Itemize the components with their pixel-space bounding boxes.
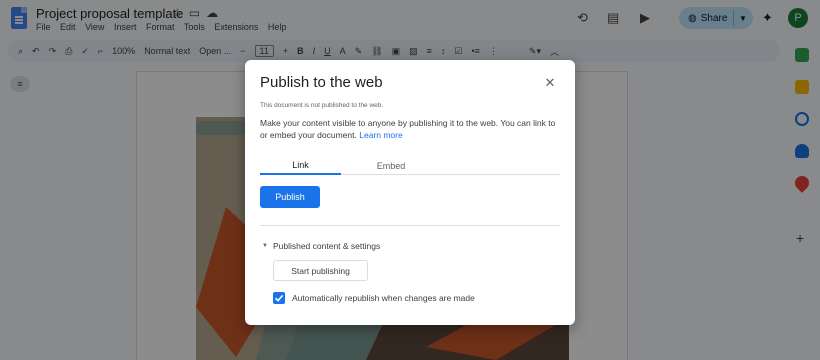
publish-dialog: Publish to the web ✕ This document is no…	[245, 60, 575, 325]
description-text: Make your content visible to anyone by p…	[260, 118, 556, 140]
auto-republish-label: Automatically republish when changes are…	[292, 293, 475, 303]
section-divider	[260, 225, 560, 226]
publish-button[interactable]: Publish	[260, 186, 320, 208]
start-publishing-button[interactable]: Start publishing	[273, 260, 368, 281]
section-label: Published content & settings	[272, 241, 381, 251]
published-settings-toggle[interactable]: ▼ Published content & settings	[262, 241, 380, 251]
auto-republish-checkbox[interactable]	[273, 292, 285, 304]
checkmark-icon	[274, 294, 284, 302]
triangle-down-icon: ▼	[262, 243, 268, 249]
publish-tabs: Link Embed	[260, 156, 560, 175]
publish-status: This document is not published to the we…	[260, 102, 384, 109]
dialog-title: Publish to the web	[260, 74, 383, 91]
close-icon[interactable]: ✕	[541, 74, 559, 92]
tab-embed[interactable]: Embed	[341, 156, 441, 175]
tab-link[interactable]: Link	[260, 156, 341, 175]
dialog-description: Make your content visible to anyone by p…	[260, 117, 565, 141]
learn-more-link[interactable]: Learn more	[359, 130, 402, 140]
